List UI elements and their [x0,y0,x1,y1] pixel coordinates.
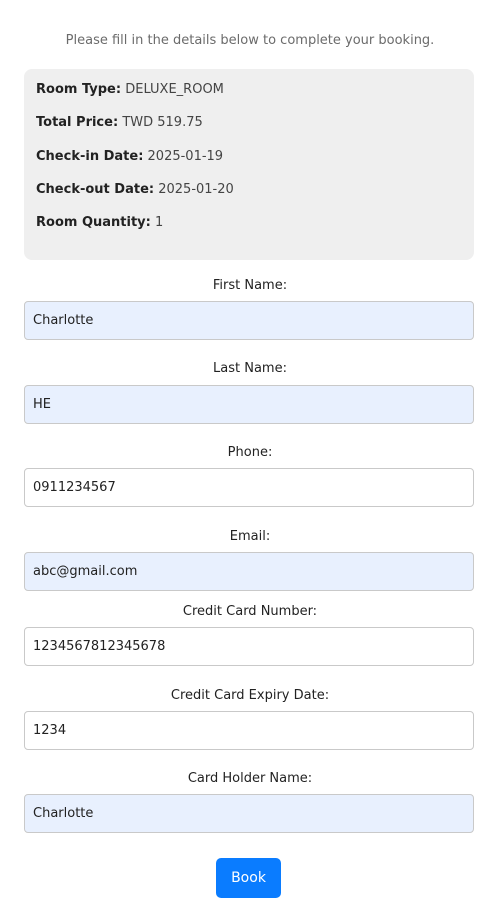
check-in-label: Check-in Date: [36,149,144,164]
room-quantity-row: Room Quantity: 1 [36,215,163,230]
total-price-label: Total Price: [36,115,119,130]
room-quantity-label: Room Quantity: [36,215,151,230]
room-type-row: Room Type: DELUXE_ROOM [36,82,224,97]
check-out-value: 2025-01-20 [158,182,234,197]
email-input[interactable] [24,552,474,591]
room-type-label: Room Type: [36,82,122,97]
room-quantity-value: 1 [154,215,164,230]
card-holder-input[interactable] [24,794,474,833]
last-name-input[interactable] [24,385,474,424]
first-name-input[interactable] [24,301,474,340]
email-label: Email: [229,529,271,544]
first-name-label: First Name: [212,278,288,293]
total-price-value: TWD 519.75 [122,115,203,130]
booking-summary: Room Type: DELUXE_ROOM Total Price: TWD … [24,69,474,260]
check-out-row: Check-out Date: 2025-01-20 [36,182,234,197]
card-holder-label: Card Holder Name: [187,771,313,786]
book-button[interactable]: Book [216,858,281,898]
total-price-row: Total Price: TWD 519.75 [36,115,203,130]
booking-intro: Please fill in the details below to comp… [65,33,435,48]
card-expiry-label: Credit Card Expiry Date: [170,688,330,703]
card-number-label: Credit Card Number: [182,604,318,619]
check-out-label: Check-out Date: [36,182,155,197]
last-name-label: Last Name: [213,361,287,376]
card-number-input[interactable] [24,627,474,666]
check-in-row: Check-in Date: 2025-01-19 [36,149,223,164]
room-type-value: DELUXE_ROOM [125,82,224,97]
card-expiry-input[interactable] [24,711,474,750]
phone-input[interactable] [24,468,474,507]
check-in-value: 2025-01-19 [147,149,224,164]
phone-label: Phone: [227,445,273,460]
